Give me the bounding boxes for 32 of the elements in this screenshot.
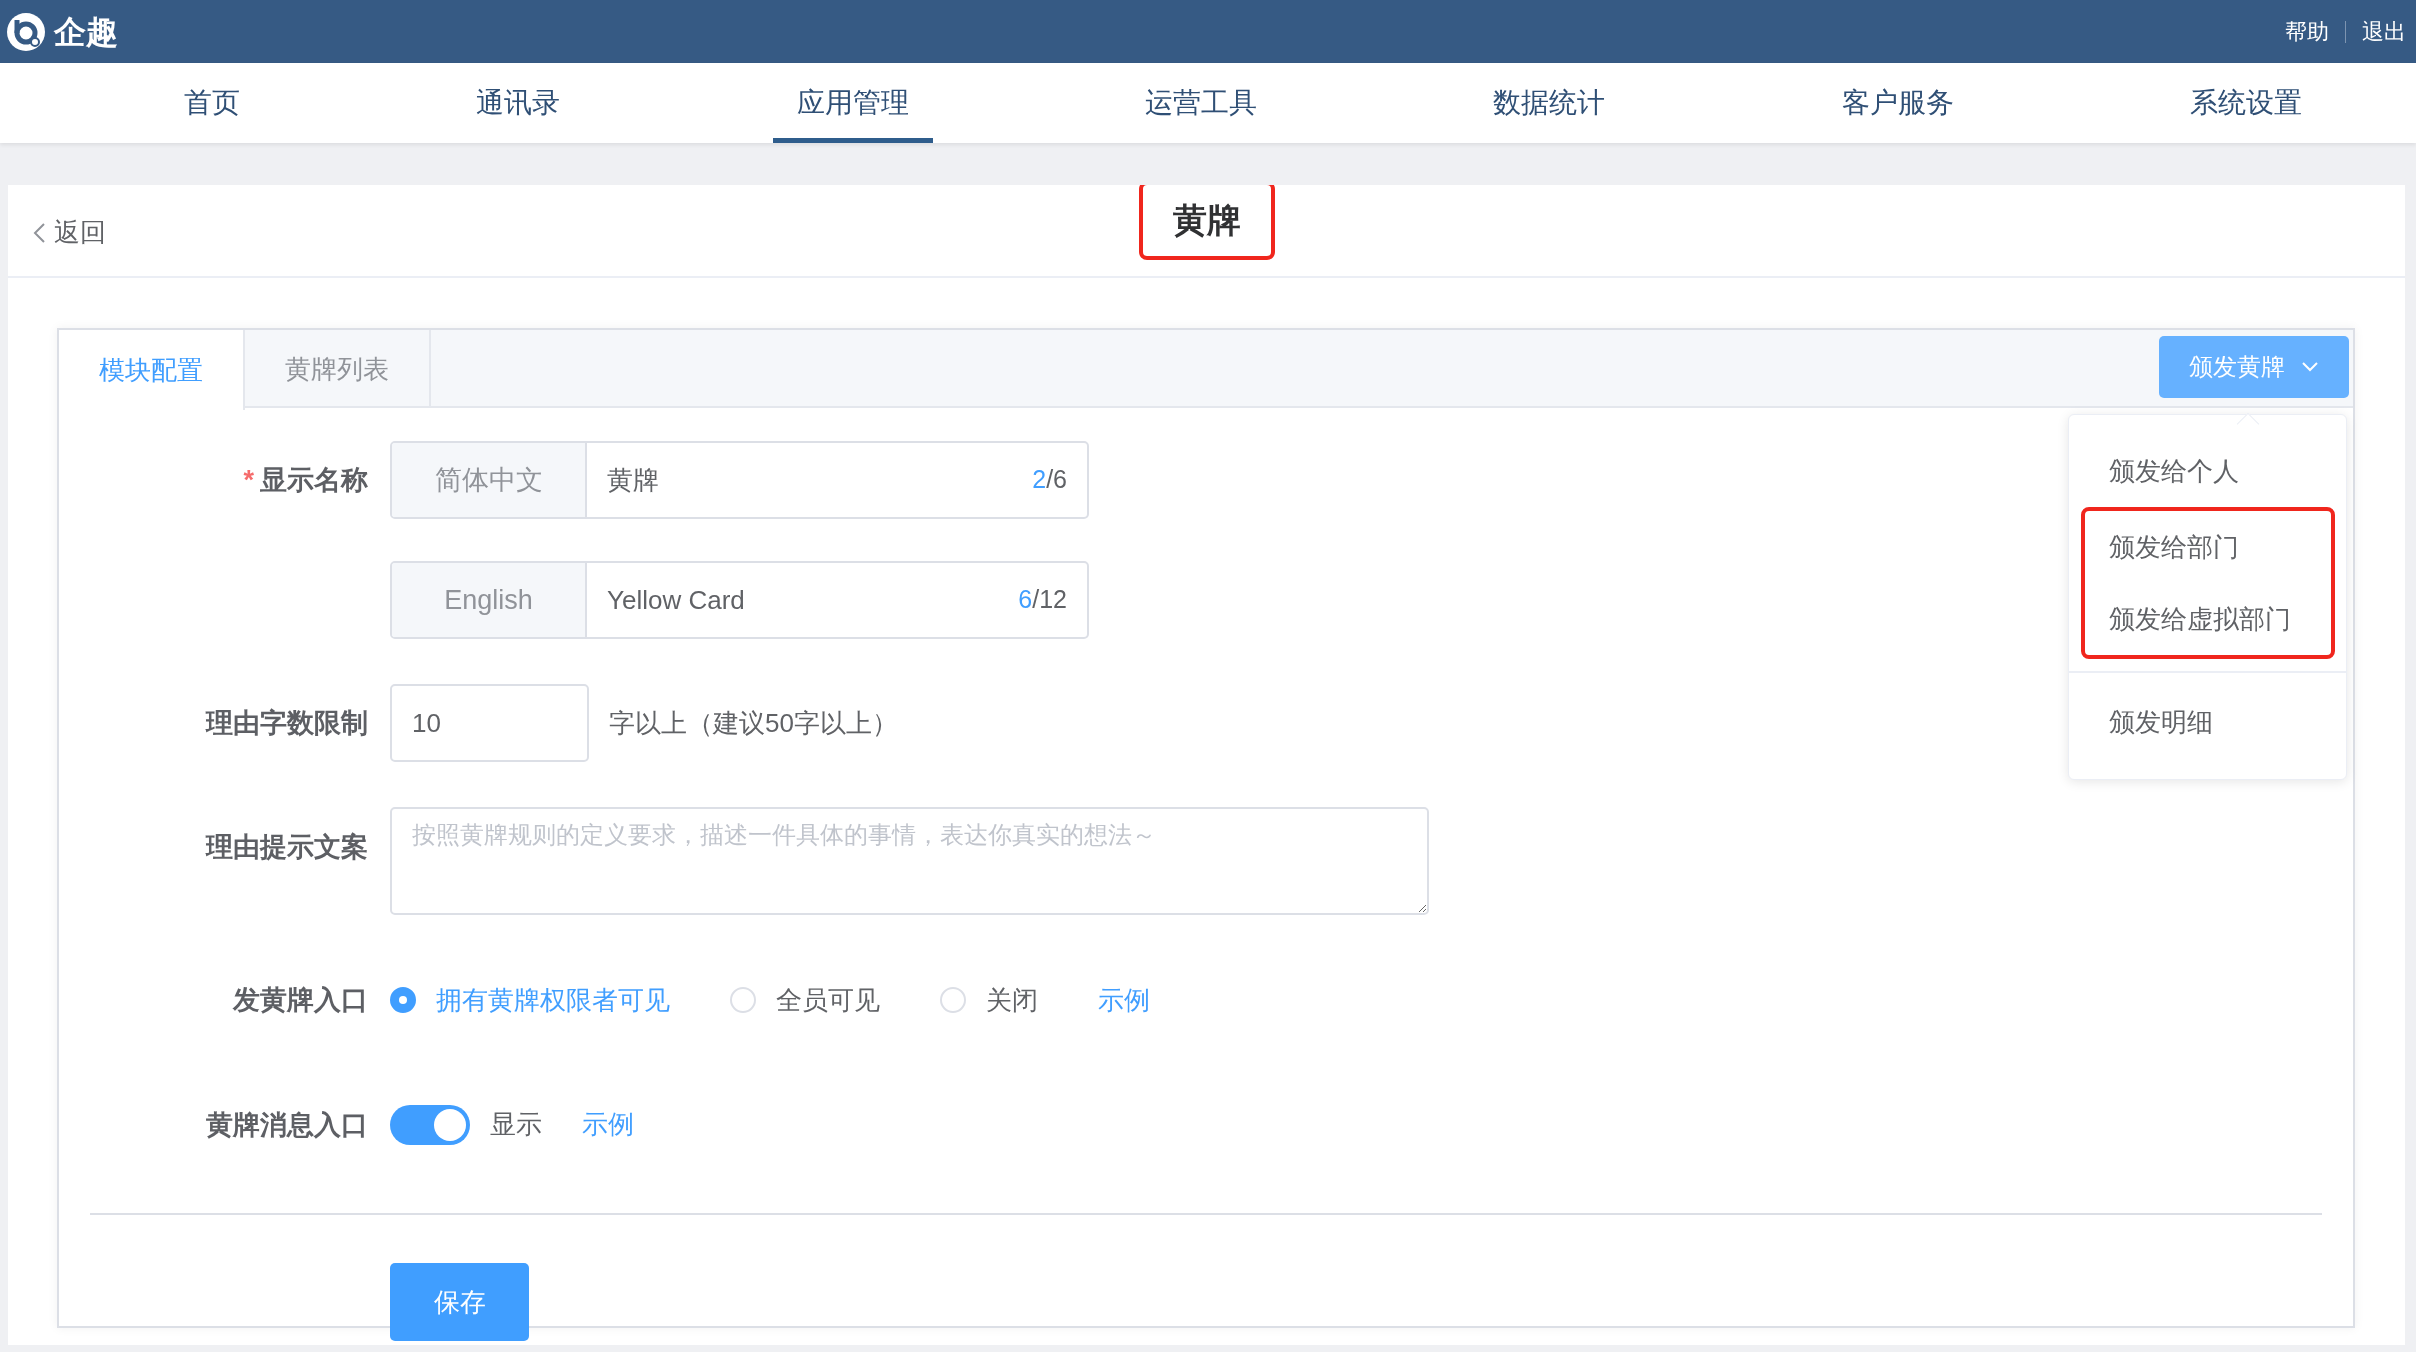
field-label: 理由字数限制 (206, 707, 368, 738)
nav-tab[interactable]: 数据统计 (1469, 63, 1630, 143)
menu-item[interactable]: 颁发给虚拟部门 (2085, 583, 2331, 655)
header-link[interactable]: 帮助 (2285, 15, 2329, 48)
nav-tab[interactable]: 系统设置 (2165, 63, 2326, 143)
switch-state-text: 显示 (490, 1108, 542, 1142)
radio-option[interactable]: 关闭 (940, 980, 1038, 1020)
menu-item[interactable]: 颁发给部门 (2085, 511, 2331, 583)
nav-tab[interactable]: 应用管理 (772, 63, 933, 143)
logo-text: 企趣 (54, 12, 118, 52)
logo-icon (6, 11, 46, 52)
toggle-switch[interactable] (390, 1104, 470, 1145)
back-link[interactable]: 返回 (32, 213, 106, 252)
hint-text-area[interactable]: 按照黄牌规则的定义要求，描述一件具体的事情，表达你真实的想法～ (390, 807, 1429, 915)
radio-button[interactable] (390, 987, 416, 1014)
nav-tab[interactable]: 首页 (160, 63, 264, 143)
number-input-field[interactable]: 10 (390, 684, 589, 762)
field-label: 发黄牌入口 (233, 985, 368, 1015)
nav-tab[interactable]: 通讯录 (452, 63, 585, 143)
nav-tab[interactable]: 运营工具 (1121, 63, 1281, 143)
menu-item[interactable]: 颁发给个人 (2069, 435, 2346, 507)
field-label: * 显示名称 (243, 464, 368, 495)
nav-tab[interactable]: 客户服务 (1817, 63, 1978, 143)
header-link[interactable]: 退出 (2362, 15, 2406, 48)
menu-item[interactable]: 颁发明细 (2069, 671, 2346, 757)
page-title: 黄牌 (1138, 185, 1275, 260)
radio-option[interactable]: 全员可见 (730, 980, 880, 1020)
chevron-left-icon (32, 221, 46, 244)
caret-icon (2301, 361, 2319, 373)
field-label: 理由提示文案 (206, 832, 368, 862)
field-label: 黄牌消息入口 (206, 1109, 368, 1140)
suffix-text: 字以上（建议50字以上） (609, 706, 898, 740)
